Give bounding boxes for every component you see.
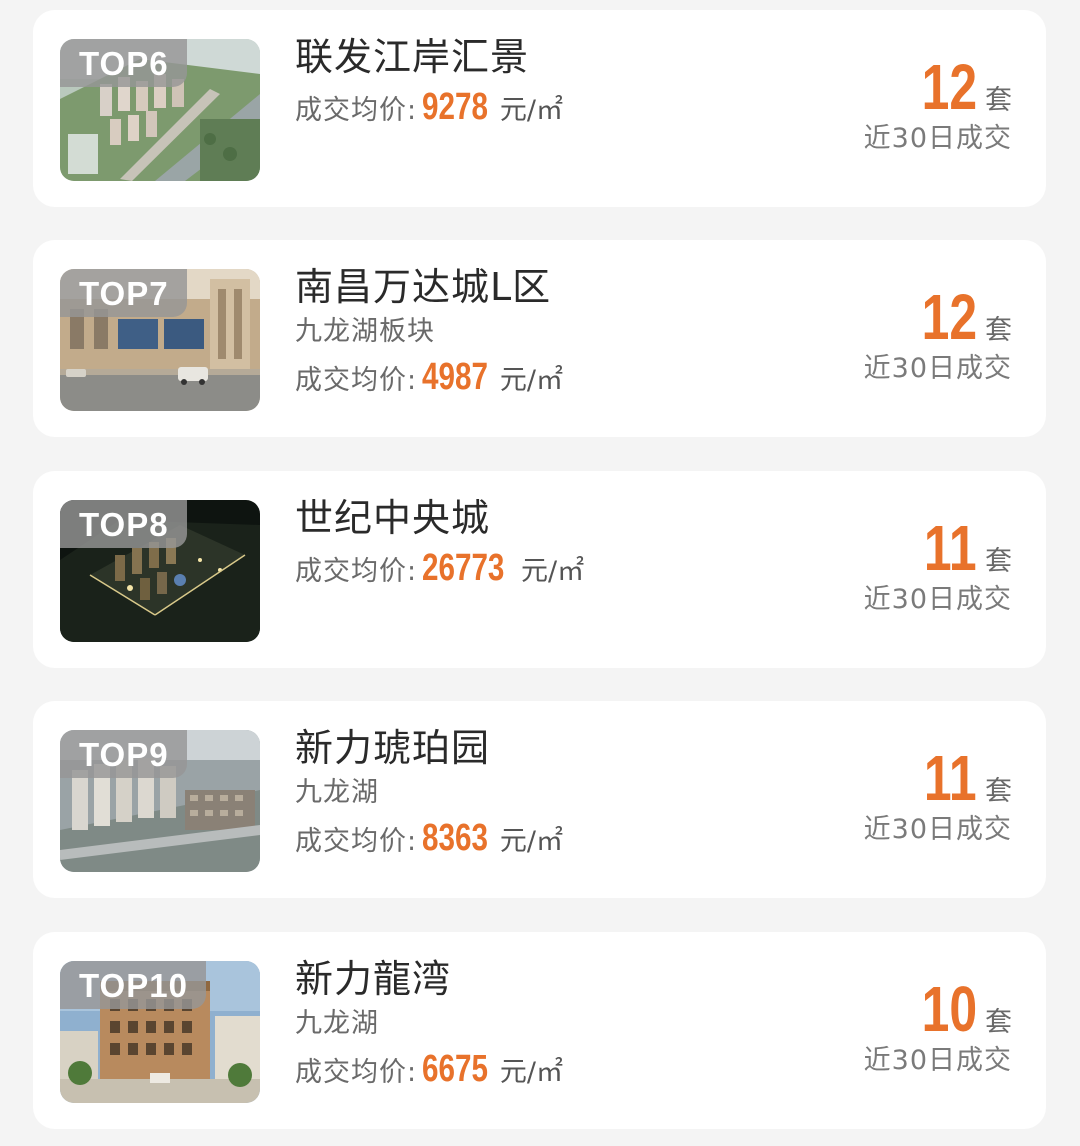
price-unit: 元/㎡ — [499, 826, 563, 857]
price-unit: 元/㎡ — [499, 95, 563, 126]
transaction-stat: 12 套 近30日成交 — [822, 284, 1012, 388]
period-label: 近30日成交 — [863, 353, 1012, 384]
project-card[interactable]: TOP10 新力龍湾 九龙湖 成交均价: 6675 元/㎡ 10 套 近30日成交 — [33, 932, 1046, 1129]
average-price: 成交均价: 6675 元/㎡ — [295, 1048, 815, 1094]
price-label: 成交均价: — [295, 1057, 418, 1088]
transaction-stat: 11 套 近30日成交 — [822, 745, 1012, 849]
project-photo: TOP10 — [60, 961, 260, 1103]
average-price: 成交均价: 4987 元/㎡ — [295, 356, 815, 402]
price-value: 9278 — [422, 86, 489, 128]
price-label: 成交均价: — [295, 826, 418, 857]
project-name: 联发江岸汇景 — [295, 35, 530, 79]
price-label: 成交均价: — [295, 365, 418, 396]
count-unit: 套 — [985, 776, 1012, 807]
rank-badge: TOP7 — [60, 269, 187, 317]
project-name: 新力龍湾 — [295, 957, 452, 1001]
transaction-count: 10 — [921, 973, 977, 1045]
transaction-stat: 12 套 近30日成交 — [822, 54, 1012, 158]
price-unit: 元/㎡ — [499, 1057, 563, 1088]
project-name: 世纪中央城 — [295, 496, 491, 540]
transaction-stat: 10 套 近30日成交 — [822, 976, 1012, 1080]
price-label: 成交均价: — [295, 95, 418, 126]
price-value: 26773 — [422, 547, 505, 589]
project-ranking-list: TOP6 联发江岸汇景 成交均价: 9278 元/㎡ 12 套 近30日成交 T… — [0, 0, 1080, 1146]
transaction-count: 12 — [921, 281, 977, 353]
period-label: 近30日成交 — [863, 814, 1012, 845]
rank-badge: TOP9 — [60, 730, 187, 778]
project-photo: TOP9 — [60, 730, 260, 872]
project-card[interactable]: TOP8 世纪中央城 成交均价: 26773 元/㎡ 11 套 近30日成交 — [33, 471, 1046, 668]
count-unit: 套 — [985, 315, 1012, 346]
count-unit: 套 — [985, 85, 1012, 116]
rank-badge: TOP6 — [60, 39, 187, 87]
price-value: 8363 — [422, 817, 489, 859]
price-unit: 元/㎡ — [499, 365, 563, 396]
price-unit: 元/㎡ — [520, 556, 585, 587]
transaction-count: 11 — [924, 742, 977, 814]
project-info: 新力琥珀园 九龙湖 成交均价: 8363 元/㎡ — [295, 723, 815, 863]
price-value: 6675 — [422, 1048, 489, 1090]
rank-badge: TOP10 — [60, 961, 206, 1009]
project-info: 世纪中央城 成交均价: 26773 元/㎡ — [295, 493, 815, 593]
average-price: 成交均价: 9278 元/㎡ — [295, 86, 815, 132]
project-photo: TOP7 — [60, 269, 260, 411]
rank-badge: TOP8 — [60, 500, 187, 548]
project-info: 联发江岸汇景 成交均价: 9278 元/㎡ — [295, 32, 815, 132]
project-photo: TOP8 — [60, 500, 260, 642]
project-info: 南昌万达城L区 九龙湖板块 成交均价: 4987 元/㎡ — [295, 262, 815, 402]
project-area: 九龙湖 — [295, 777, 379, 808]
project-card[interactable]: TOP6 联发江岸汇景 成交均价: 9278 元/㎡ 12 套 近30日成交 — [33, 10, 1046, 207]
project-info: 新力龍湾 九龙湖 成交均价: 6675 元/㎡ — [295, 954, 815, 1094]
count-unit: 套 — [985, 546, 1012, 577]
project-name: 南昌万达城L区 — [295, 265, 552, 309]
project-card[interactable]: TOP7 南昌万达城L区 九龙湖板块 成交均价: 4987 元/㎡ 12 套 近3… — [33, 240, 1046, 437]
average-price: 成交均价: 8363 元/㎡ — [295, 817, 815, 863]
project-name: 新力琥珀园 — [295, 726, 491, 770]
project-card[interactable]: TOP9 新力琥珀园 九龙湖 成交均价: 8363 元/㎡ 11 套 近30日成交 — [33, 701, 1046, 898]
period-label: 近30日成交 — [863, 1045, 1012, 1076]
average-price: 成交均价: 26773 元/㎡ — [295, 547, 815, 593]
count-unit: 套 — [985, 1007, 1012, 1038]
price-label: 成交均价: — [295, 556, 418, 587]
project-area: 九龙湖板块 — [295, 316, 435, 347]
transaction-stat: 11 套 近30日成交 — [822, 515, 1012, 619]
period-label: 近30日成交 — [863, 123, 1012, 154]
transaction-count: 12 — [921, 51, 977, 123]
period-label: 近30日成交 — [863, 584, 1012, 615]
price-value: 4987 — [422, 356, 489, 398]
project-area: 九龙湖 — [295, 1008, 379, 1039]
project-photo: TOP6 — [60, 39, 260, 181]
transaction-count: 11 — [924, 512, 977, 584]
